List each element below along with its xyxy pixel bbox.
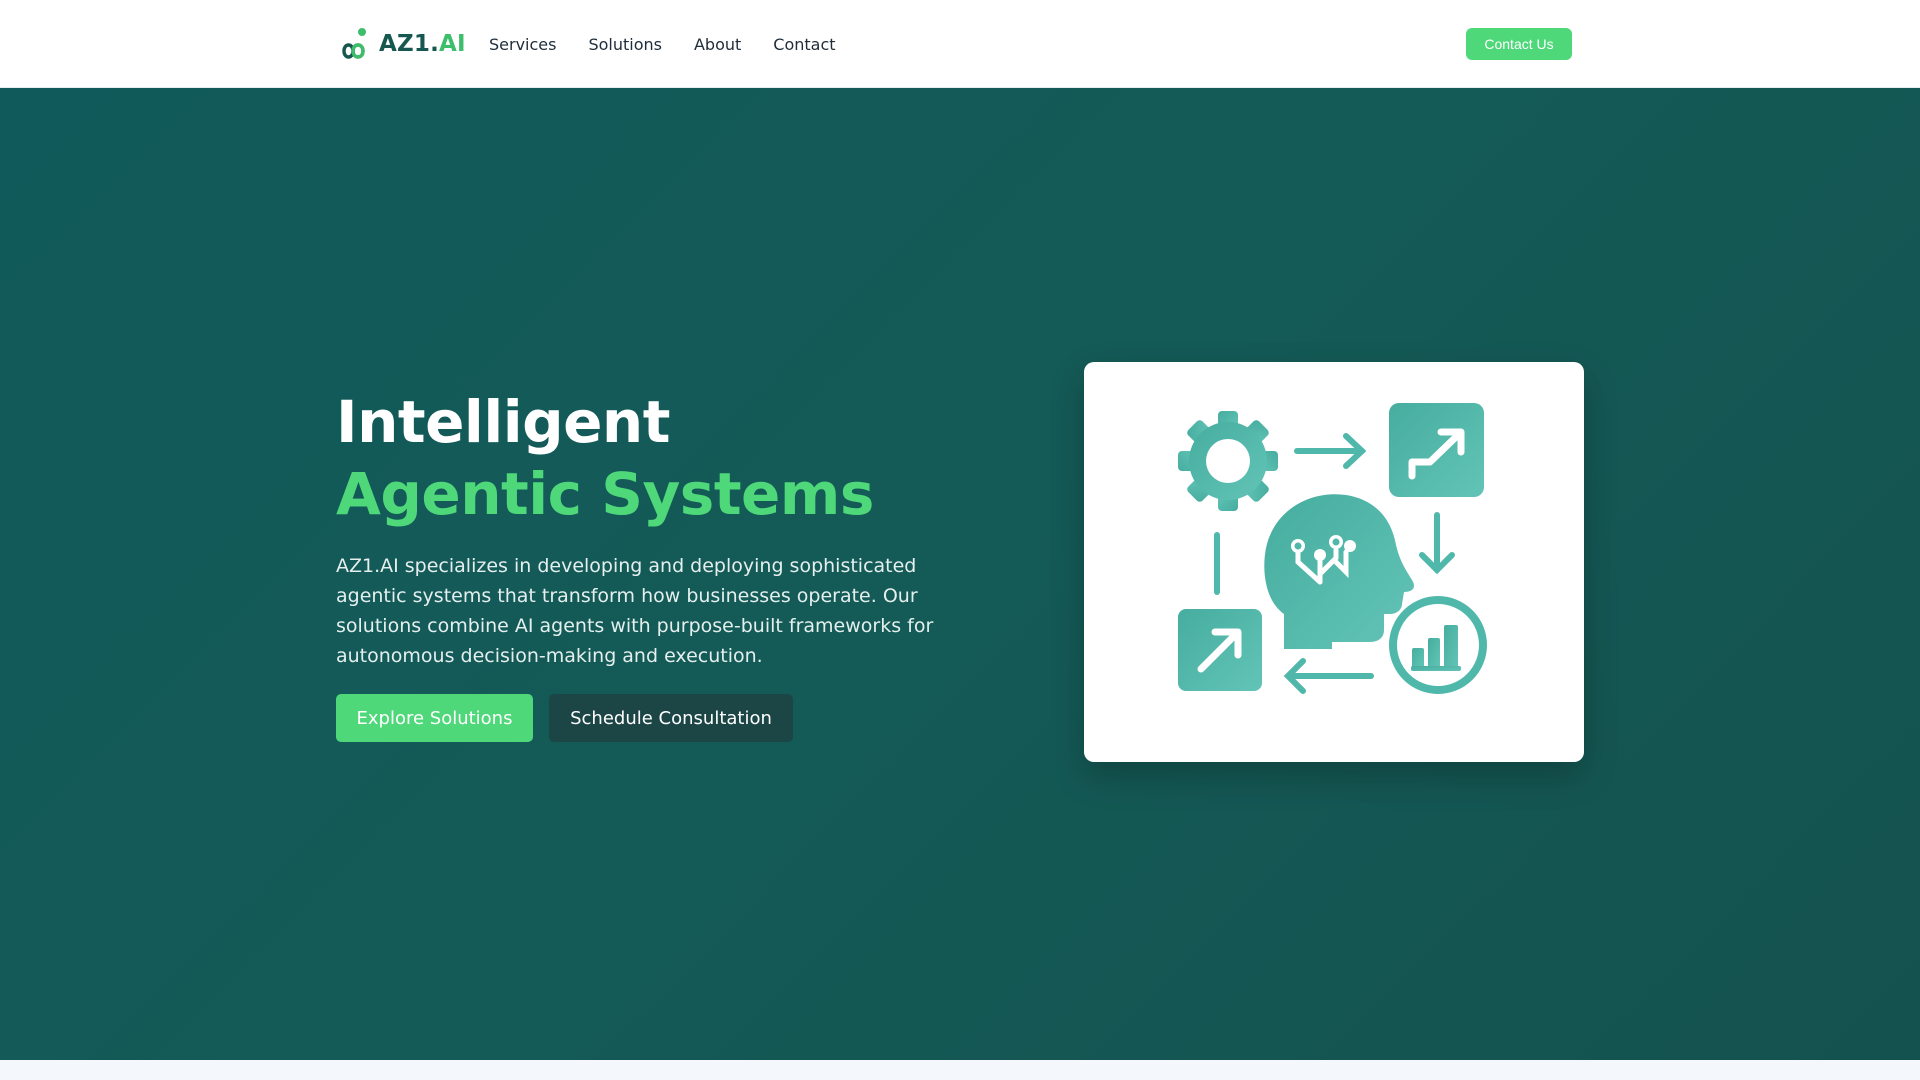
schedule-consultation-button[interactable]: Schedule Consultation bbox=[549, 694, 793, 742]
hero-title-line-2: Agentic Systems bbox=[336, 460, 874, 528]
hero-description: AZ1.AI specializes in developing and dep… bbox=[336, 555, 934, 667]
nav-services[interactable]: Services bbox=[489, 35, 556, 54]
arrow-right-icon bbox=[1294, 433, 1367, 469]
explore-solutions-button[interactable]: Explore Solutions bbox=[336, 694, 533, 742]
hero-illustration-card bbox=[1084, 362, 1584, 762]
ai-head-icon bbox=[1264, 494, 1415, 649]
trend-up-box-icon bbox=[1389, 403, 1484, 497]
main-nav: Services Solutions About Contact bbox=[489, 30, 836, 58]
nav-contact[interactable]: Contact bbox=[773, 35, 835, 54]
hero-title: Intelligent Agentic Systems bbox=[336, 386, 874, 530]
hero-title-line-1: Intelligent bbox=[336, 388, 670, 456]
nav-about[interactable]: About bbox=[694, 35, 741, 54]
hero-section: Intelligent Agentic Systems AZ1.AI speci… bbox=[0, 88, 1920, 1060]
brand-wordmark: AZ1.AI bbox=[379, 31, 466, 57]
arrow-left-icon bbox=[1283, 658, 1374, 694]
site-header: AZ1.AI Services Solutions About Contact … bbox=[0, 0, 1920, 88]
nav-solutions[interactable]: Solutions bbox=[588, 35, 662, 54]
gear-icon bbox=[1178, 411, 1278, 511]
contact-us-button[interactable]: Contact Us bbox=[1466, 28, 1572, 60]
arrow-down-icon bbox=[1419, 512, 1455, 575]
next-section-edge bbox=[0, 1060, 1920, 1080]
brand-logo[interactable]: AZ1.AI bbox=[337, 26, 466, 62]
arrow-up-right-box-icon bbox=[1178, 609, 1262, 691]
infinity-logo-icon bbox=[342, 28, 366, 59]
agentic-workflow-illustration bbox=[1178, 403, 1487, 694]
bar-chart-circle-icon bbox=[1389, 596, 1487, 694]
